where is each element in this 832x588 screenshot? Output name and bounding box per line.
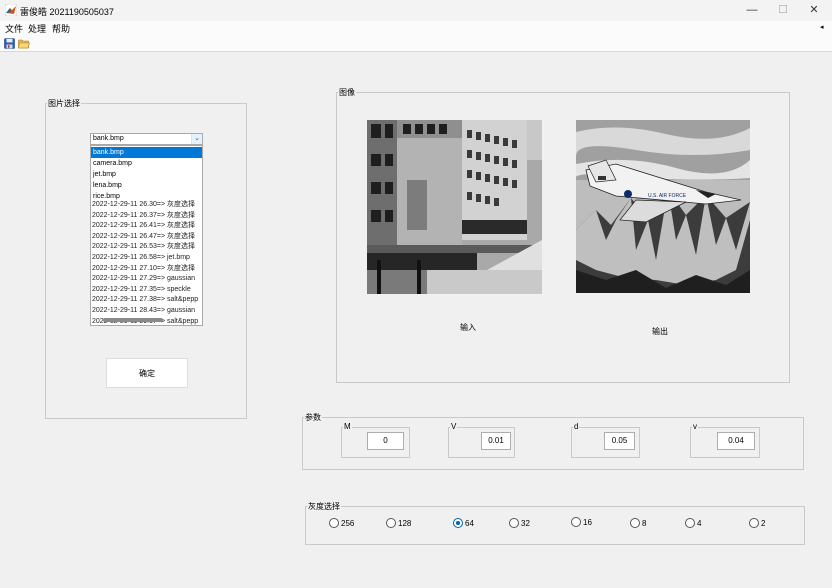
menu-bar: 文件 处理 帮助 ◂	[0, 21, 832, 36]
horizontal-scrollbar[interactable]	[103, 318, 163, 322]
param-lower-v-label: v	[692, 422, 698, 431]
menu-help[interactable]: 帮助	[52, 22, 70, 35]
param-v-input[interactable]: 0.01	[481, 432, 511, 450]
option-jet[interactable]: jet.bmp	[91, 169, 202, 180]
window-title: 雷俊皓 2021190505037	[20, 7, 114, 17]
radio-64-label: 64	[465, 519, 474, 528]
image-listbox[interactable]: bank.bmp camera.bmp jet.bmp lena.bmp ric…	[90, 145, 203, 326]
radio-128[interactable]	[386, 518, 396, 528]
radio-16[interactable]	[571, 517, 581, 527]
log-line: 2022-12-29-11 26.41=> 灰度选择	[92, 222, 195, 230]
menu-file[interactable]: 文件	[5, 22, 23, 35]
radio-4-label: 4	[697, 519, 702, 528]
radio-128-label: 128	[398, 519, 412, 528]
log-line: 2022-12-29-11 26.58=> jet.bmp	[92, 254, 190, 261]
radio-256-label: 256	[341, 519, 355, 528]
param-d-label: d	[573, 422, 580, 431]
title-bar: 雷俊皓 2021190505037 — ☐ ✕	[0, 0, 832, 21]
params-panel-title: 参数	[304, 412, 322, 423]
param-m-input[interactable]: 0	[367, 432, 404, 450]
minimize-button[interactable]: —	[737, 0, 767, 21]
chevron-down-icon[interactable]: ⌄	[191, 134, 202, 144]
log-line: 2022-12-29-11 26.30=> 灰度选择	[92, 201, 195, 208]
menu-overflow-arrow[interactable]: ◂	[820, 23, 824, 31]
gray-level-panel-title: 灰度选择	[307, 501, 341, 512]
image-dropdown[interactable]: bank.bmp ⌄	[90, 133, 203, 145]
param-d-input[interactable]: 0.05	[604, 432, 635, 450]
input-image	[367, 120, 542, 294]
gray-level-panel	[305, 506, 805, 545]
param-m-label: M	[343, 422, 352, 431]
image-select-panel-title: 图片选择	[47, 98, 81, 109]
log-line: 2022-12-29-11 26.47=> 灰度选择	[92, 232, 195, 240]
log-line: 2022-12-29-11 26.53=> 灰度选择	[92, 243, 195, 251]
dropdown-value: bank.bmp	[93, 135, 124, 142]
input-caption: 输入	[460, 323, 476, 332]
menu-process[interactable]: 处理	[28, 22, 46, 35]
aircraft-marking: U.S. AIR FORCE	[648, 193, 687, 199]
output-image: U.S. AIR FORCE	[576, 120, 750, 293]
log-line: 2022-12-29-11 27.10=> 灰度选择	[92, 264, 195, 272]
option-bank[interactable]: bank.bmp	[91, 147, 202, 158]
radio-64[interactable]	[453, 518, 463, 528]
output-caption: 输出	[652, 327, 668, 336]
maximize-button[interactable]: ☐	[768, 0, 798, 21]
open-folder-icon[interactable]	[18, 38, 30, 49]
radio-32[interactable]	[509, 518, 519, 528]
image-panel-title: 图像	[338, 87, 356, 98]
matlab-icon	[5, 4, 17, 16]
log-line: 2022-12-29-11 28.43=> gaussian	[92, 307, 196, 314]
radio-256[interactable]	[329, 518, 339, 528]
radio-8[interactable]	[630, 518, 640, 528]
param-v-label: V	[450, 422, 458, 431]
radio-8-label: 8	[642, 519, 647, 528]
param-lower-v-input[interactable]: 0.04	[717, 432, 755, 450]
radio-2[interactable]	[749, 518, 759, 528]
log-line: 2022-12-29-11 27.35=> speckle	[92, 285, 191, 293]
option-lena[interactable]: lena.bmp	[91, 180, 202, 191]
radio-32-label: 32	[521, 519, 530, 528]
radio-2-label: 2	[761, 519, 766, 528]
save-icon[interactable]	[4, 38, 15, 49]
toolbar	[0, 36, 832, 52]
radio-4[interactable]	[685, 518, 695, 528]
log-line: 2022-12-29-11 27.29=> gaussian	[92, 275, 196, 283]
option-camera[interactable]: camera.bmp	[91, 158, 202, 169]
confirm-button[interactable]: 确定	[106, 358, 188, 388]
log-line: 2022-12-29-11 27.38=> salt&pepper	[92, 296, 198, 304]
radio-16-label: 16	[583, 518, 592, 527]
close-button[interactable]: ✕	[799, 0, 829, 21]
log-line: 2022-12-29-11 26.37=> 灰度选择	[92, 211, 195, 219]
